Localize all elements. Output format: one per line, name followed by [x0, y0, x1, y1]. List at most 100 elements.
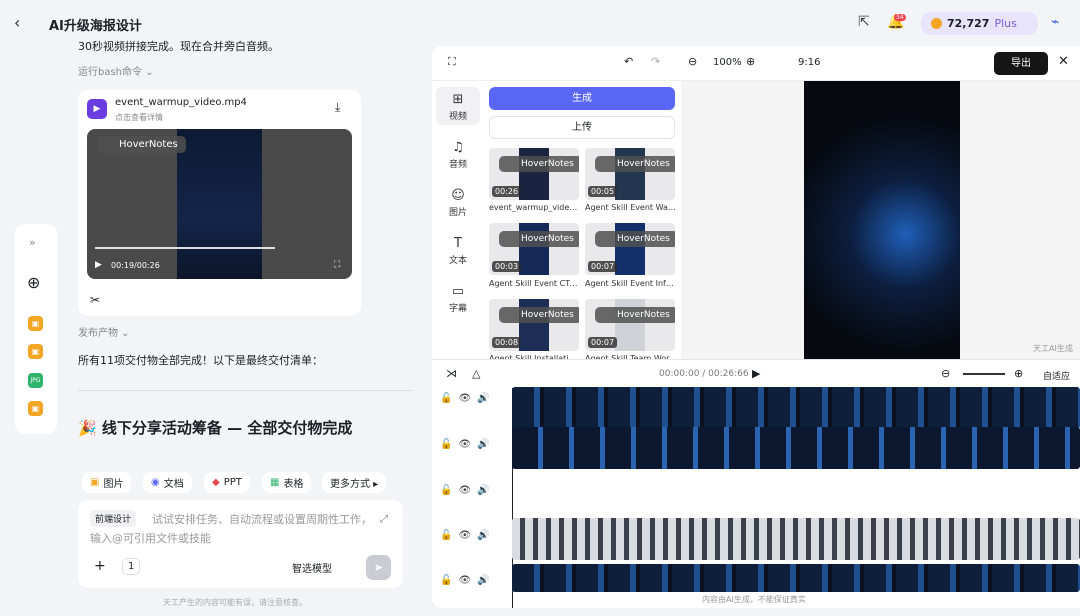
image-file-icon[interactable]: ▣ — [28, 401, 43, 416]
play-icon[interactable]: ▶ — [752, 367, 760, 380]
track-controls[interactable]: 🔓👁🔊 — [440, 530, 496, 541]
section-heading: 🎉 线下分享活动筹备 — 全部交付物完成 — [78, 419, 353, 437]
chip-label: 图片 — [103, 479, 124, 490]
chip-image[interactable]: ▣ 图片 — [82, 472, 132, 493]
duration: 00:26 — [492, 186, 522, 197]
add-icon[interactable]: + — [94, 558, 106, 574]
asset-thumb[interactable]: HoverNotes 00:07 — [585, 299, 675, 351]
track-controls[interactable]: 🔓👁🔊 — [440, 575, 496, 586]
bash-toggle[interactable]: 运行bash命令 ⌄ — [78, 63, 416, 78]
aspect-ratio-select[interactable]: 9:16 — [798, 57, 820, 68]
track-controls[interactable]: 🔓👁🔊 — [440, 393, 496, 404]
zoom-slider[interactable] — [963, 373, 1005, 375]
jpg-file-icon[interactable]: JPG — [28, 373, 43, 388]
export-button[interactable]: 导出 — [994, 52, 1048, 75]
track-controls[interactable]: 🔓👁🔊 — [440, 485, 496, 496]
tab-audio[interactable]: ♫ 音频 — [436, 135, 480, 173]
hovernotes-overlay: HoverNotes — [595, 307, 675, 323]
disclaimer: 天工产生的内容可能有误，请注意核查。 — [163, 598, 307, 607]
asset-rail: ⊞ 视频 ♫ 音频 ☺ 图片 T 文本 ▭ 字幕 — [432, 81, 484, 359]
warning-icon[interactable]: △ — [472, 367, 480, 380]
generate-button[interactable]: 生成 — [489, 87, 675, 110]
tab-label: 文本 — [448, 256, 467, 266]
ppt-icon: ◆ — [212, 477, 220, 488]
video-track[interactable] — [512, 518, 1080, 560]
image-file-icon[interactable]: ▣ — [28, 316, 43, 331]
asset-thumb[interactable]: HoverNotes 00:03 — [489, 223, 579, 275]
file-name: event_warmup_video.mp4 — [115, 97, 247, 108]
zoom-in-icon[interactable]: ⊕ — [746, 55, 755, 68]
zoom-out-icon[interactable]: ⊖ — [688, 55, 697, 68]
fullscreen-icon[interactable]: ⛶ — [448, 55, 456, 69]
tab-label: 图片 — [448, 208, 467, 218]
model-select[interactable]: 智选模型 — [292, 560, 332, 575]
music-icon: ♫ — [452, 140, 464, 155]
zoom-out-icon[interactable]: ⊖ — [941, 367, 950, 380]
hovernotes-overlay: HoverNotes — [499, 231, 579, 247]
asset-thumb[interactable]: HoverNotes 00:07 — [585, 223, 675, 275]
composer[interactable]: 前端设计 试试安排任务、自动流程或设置周期性工作，输入@可引用文件或技能 ⤢ +… — [78, 500, 403, 588]
subtitle-icon: ▭ — [451, 284, 465, 299]
skill-counter[interactable]: 1 — [122, 558, 141, 575]
tab-video[interactable]: ⊞ 视频 — [436, 87, 480, 125]
download-icon[interactable]: ⤓ — [335, 100, 340, 115]
message-input[interactable]: 试试安排任务、自动流程或设置周期性工作，输入@可引用文件或技能 — [90, 510, 380, 548]
duration: 00:03 — [492, 261, 522, 272]
undo-icon[interactable]: ↶ — [624, 55, 633, 68]
tab-subtitle[interactable]: ▭ 字幕 — [436, 279, 480, 317]
video-track[interactable] — [512, 427, 1080, 469]
hovernotes-overlay: HoverNotes — [595, 231, 675, 247]
add-icon[interactable]: ⊕ — [27, 273, 40, 292]
asset-thumb[interactable]: HoverNotes 00:05 — [585, 148, 675, 200]
video-frame — [177, 129, 262, 279]
zoom-level: 100% — [713, 57, 742, 68]
ai-disclaimer: 内容由AI生成，不能保证真实 — [702, 595, 806, 604]
chip-sheet[interactable]: ▦ 表格 — [262, 472, 312, 493]
send-icon[interactable]: ➤ — [366, 555, 391, 580]
video-player[interactable]: HoverNotes ▶ 00:19/00:26 ⛶ — [87, 129, 352, 279]
chip-doc[interactable]: ◉ 文档 — [143, 472, 192, 493]
asset-thumb[interactable]: HoverNotes 00:08 — [489, 299, 579, 351]
hovernotes-overlay: HoverNotes — [499, 156, 579, 172]
credits-pill[interactable]: 72,727 Plus — [921, 12, 1038, 35]
share-icon[interactable]: ⇱ — [858, 14, 870, 30]
publish-toggle[interactable]: 发布产物 ⌄ — [78, 324, 130, 339]
timecode: 00:00:00 / 00:26:66 — [659, 369, 749, 379]
zoom-in-icon[interactable]: ⊕ — [1014, 367, 1023, 380]
expand-icon[interactable]: ⤢ — [380, 514, 388, 525]
play-icon: ▶ — [87, 99, 107, 119]
redo-icon[interactable]: ↷ — [651, 55, 660, 68]
split-icon[interactable]: ⋊ — [446, 367, 457, 380]
fit-button[interactable]: 自适应 — [1043, 369, 1070, 382]
progress-bar[interactable] — [95, 247, 275, 249]
video-icon: ⊞ — [452, 92, 464, 107]
tab-image[interactable]: ☺ 图片 — [436, 183, 480, 221]
upload-button[interactable]: 上传 — [489, 116, 675, 139]
back-icon[interactable]: ‹ — [14, 13, 20, 32]
close-icon[interactable]: ✕ — [1058, 54, 1069, 69]
video-track[interactable] — [512, 387, 1080, 429]
chip-more[interactable]: 更多方式 ▸ — [322, 472, 387, 493]
scissors-icon[interactable]: ✂ — [90, 293, 100, 307]
divider — [78, 390, 413, 391]
hovernotes-overlay[interactable]: HoverNotes — [97, 136, 186, 153]
asset-name: Agent Skill Event CTA.... — [489, 279, 581, 288]
app-logo-icon: ⌁ — [1051, 14, 1060, 30]
chip-label: 表格 — [283, 479, 304, 490]
chip-ppt[interactable]: ◆ PPT — [204, 472, 250, 493]
file-detail[interactable]: 点击查看详情 — [115, 112, 163, 123]
play-icon[interactable]: ▶ — [95, 260, 102, 270]
track-controls[interactable]: 🔓👁🔊 — [440, 439, 496, 450]
expand-icon[interactable]: » — [29, 236, 36, 249]
video-track[interactable] — [512, 564, 1080, 592]
fullscreen-icon[interactable]: ⛶ — [334, 260, 340, 270]
duration: 00:07 — [588, 337, 618, 348]
duration: 00:08 — [492, 337, 522, 348]
asset-thumb[interactable]: HoverNotes 00:26 — [489, 148, 579, 200]
hovernotes-overlay: HoverNotes — [499, 307, 579, 323]
tab-text[interactable]: T 文本 — [436, 231, 480, 269]
image-file-icon[interactable]: ▣ — [28, 344, 43, 359]
credits-value: 72,727 — [947, 17, 990, 30]
video-editor: ⛶ ↶ ↷ ⊖ 100% ⊕ 9:16 导出 ✕ ⊞ 视频 ♫ 音频 ☺ 图片 T 文本… — [432, 46, 1080, 608]
video-card[interactable]: ▶ event_warmup_video.mp4 点击查看详情 ⤓ HoverN… — [78, 90, 361, 316]
